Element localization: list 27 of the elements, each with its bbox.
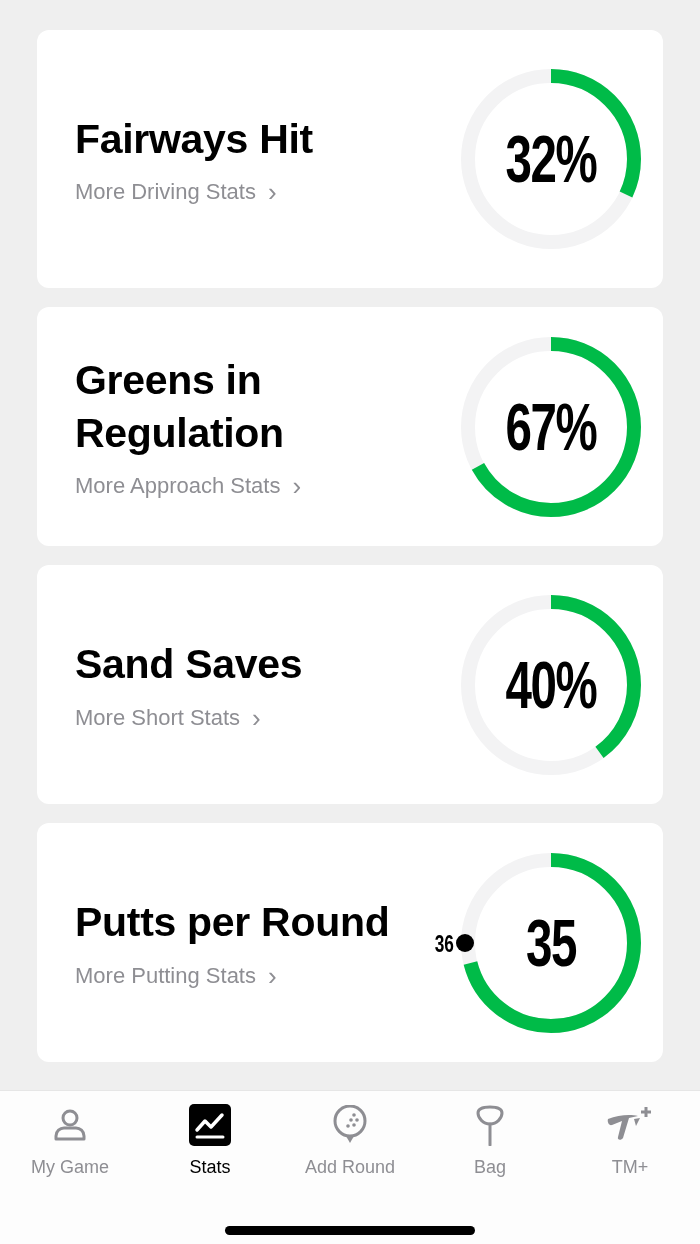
tab[interactable]: Bag [420,1103,560,1178]
chevron-icon: › [292,472,302,499]
stat-title: Fairways Hit [75,114,313,164]
chevron-icon: › [252,704,261,731]
chart-icon [189,1104,231,1146]
tab[interactable]: My Game [0,1103,140,1178]
stat-value: 35 [526,904,576,981]
tee-icon [475,1104,505,1146]
stat-title: Sand Saves [75,640,303,690]
target-marker [456,933,474,952]
tab[interactable]: Stats [140,1103,280,1178]
more-stats-link[interactable]: More Putting Stats [75,962,256,989]
stat-value: 32% [505,121,597,197]
target-value: 36 [434,929,454,958]
stat-value: 67% [505,388,597,465]
stat-title: Putts per Round [75,898,390,948]
tab[interactable]: Add Round [280,1103,420,1178]
chevron-icon: › [267,179,277,206]
tab[interactable]: TM+ [560,1103,700,1178]
more-stats-link[interactable]: More Driving Stats [75,179,256,206]
stat-title: Greens in Regulation [75,356,285,458]
more-stats-link[interactable]: More Short Stats [75,704,241,731]
golf-ball-icon [332,1105,368,1145]
person-icon [52,1107,88,1143]
chevron-icon: › [268,962,277,989]
stat-value: 40% [505,646,597,723]
more-stats-link[interactable]: More Approach Stats [75,472,281,499]
